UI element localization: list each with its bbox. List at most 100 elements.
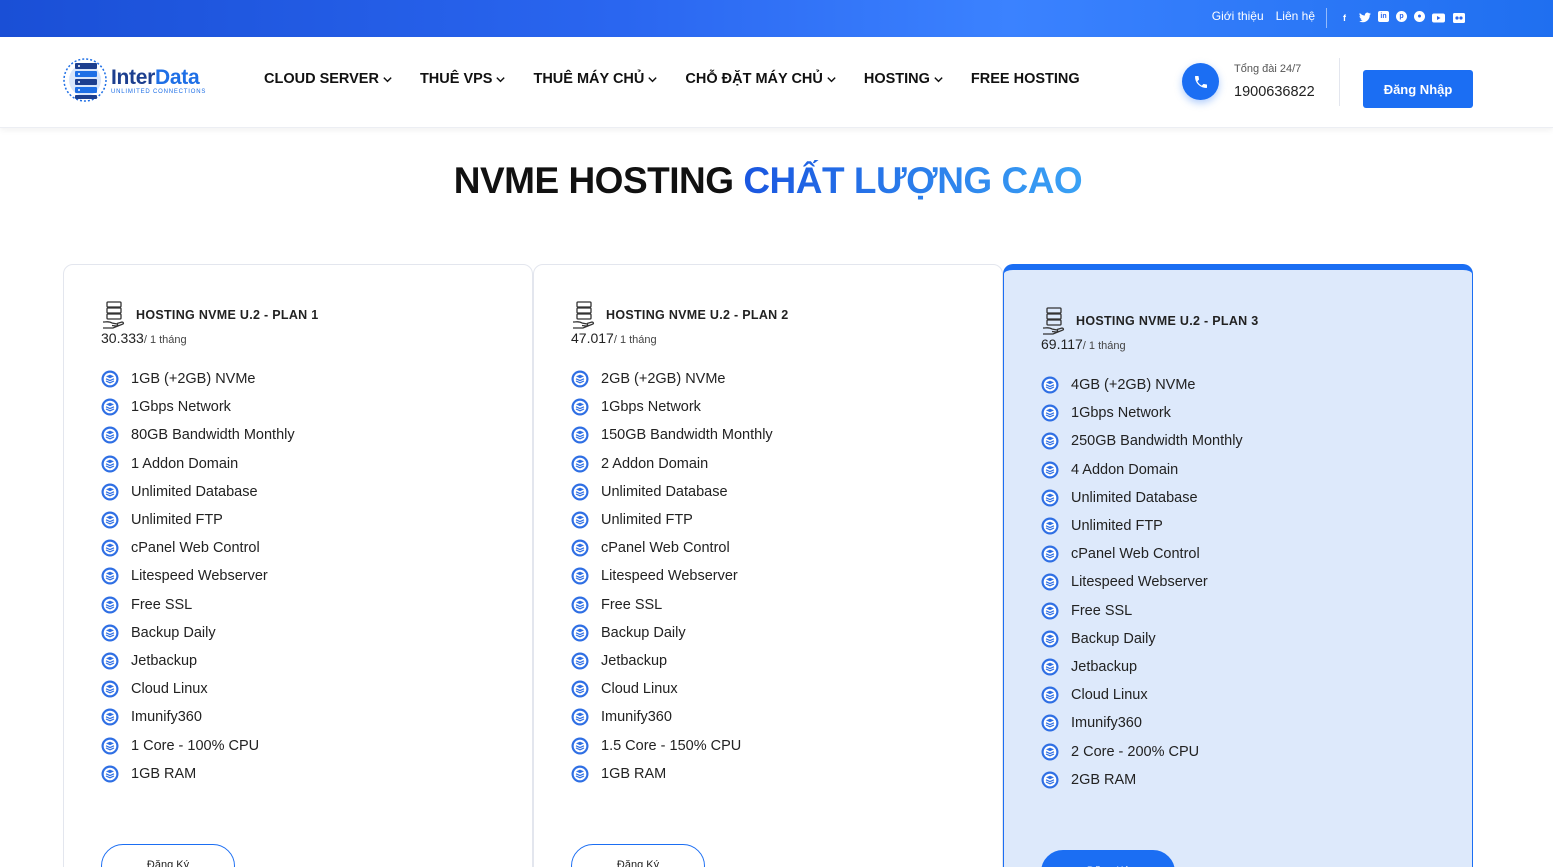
feature-list: 1GB (+2GB) NVMe 1Gbps Network 80GB Bandwid… xyxy=(101,365,319,788)
plan-price: 69.117/ 1 tháng xyxy=(1041,336,1126,352)
stack-icon xyxy=(571,370,589,388)
stack-icon xyxy=(101,624,119,642)
plan-name: HOSTING NVME U.2 - PLAN 3 xyxy=(1076,314,1259,328)
stack-icon xyxy=(1041,545,1059,563)
feature-item: 4GB (+2GB) NVMe xyxy=(1041,371,1259,399)
stack-icon xyxy=(101,539,119,557)
feature-text: Unlimited FTP xyxy=(601,512,693,529)
feature-text: Backup Daily xyxy=(601,624,686,641)
feature-item: Imunify360 xyxy=(1041,709,1259,737)
feature-item: Unlimited Database xyxy=(101,478,319,506)
stack-icon xyxy=(571,624,589,642)
feature-text: 4GB (+2GB) NVMe xyxy=(1071,377,1196,394)
feature-item: 2 Addon Domain xyxy=(571,450,789,478)
plan-card-2: HOSTING NVME U.2 - PLAN 2 47.017/ 1 thán… xyxy=(533,264,1003,867)
stack-icon xyxy=(101,596,119,614)
feature-text: Litespeed Webserver xyxy=(1071,574,1208,591)
hotline-number[interactable]: 1900636822 xyxy=(1234,84,1315,100)
feature-text: Cloud Linux xyxy=(1071,687,1148,704)
feature-item: Free SSL xyxy=(1041,597,1259,625)
about-link[interactable]: Giới thiệu xyxy=(1212,9,1264,23)
feature-text: Unlimited FTP xyxy=(131,512,223,529)
youtube-icon[interactable] xyxy=(1432,11,1445,24)
main-nav: CLOUD SERVER THUÊ VPS THUÊ MÁY CHỦ CHỖ Đ… xyxy=(264,71,1107,87)
login-button[interactable]: Đăng Nhập xyxy=(1363,70,1473,108)
register-button[interactable]: Đăng Ký xyxy=(571,844,705,867)
linkedin-icon[interactable]: in xyxy=(1378,11,1389,22)
feature-text: 250GB Bandwidth Monthly xyxy=(1071,433,1243,450)
twitter-icon[interactable] xyxy=(1358,11,1371,24)
facebook-icon[interactable]: f xyxy=(1338,11,1351,24)
feature-item: Unlimited Database xyxy=(571,478,789,506)
phone-icon[interactable] xyxy=(1182,63,1219,100)
feature-text: 4 Addon Domain xyxy=(1071,461,1179,478)
top-divider xyxy=(1326,8,1327,28)
feature-text: Backup Daily xyxy=(131,624,216,641)
feature-list: 2GB (+2GB) NVMe 1Gbps Network 150GB Bandwi… xyxy=(571,365,789,788)
contact-link[interactable]: Liên hệ xyxy=(1276,9,1315,23)
nav-cloud-server[interactable]: CLOUD SERVER xyxy=(264,71,393,87)
stack-icon xyxy=(571,652,589,670)
register-button[interactable]: Đăng Ký xyxy=(101,844,235,867)
stack-icon xyxy=(571,737,589,755)
nav-thue-vps[interactable]: THUÊ VPS xyxy=(420,71,507,87)
feature-text: 1GB RAM xyxy=(601,765,667,782)
logo-tagline: UNLIMITED CONNECTIONS xyxy=(111,88,207,95)
feature-text: 2GB RAM xyxy=(1071,771,1137,788)
nav-hosting[interactable]: HOSTING xyxy=(864,71,944,87)
stack-icon xyxy=(101,652,119,670)
feature-item: Cloud Linux xyxy=(101,675,319,703)
feature-item: 1 Addon Domain xyxy=(101,450,319,478)
nav-thue-may-chu[interactable]: THUÊ MÁY CHỦ xyxy=(533,71,658,87)
nav-cho-dat-may-chu[interactable]: CHỖ ĐẶT MÁY CHỦ xyxy=(685,71,836,87)
feature-text: Unlimited Database xyxy=(601,483,728,500)
feature-item: Free SSL xyxy=(571,591,789,619)
feature-text: 1 Core - 100% CPU xyxy=(131,737,260,754)
feature-text: 80GB Bandwidth Monthly xyxy=(131,427,295,444)
feature-item: 1Gbps Network xyxy=(571,393,789,421)
plan-name: HOSTING NVME U.2 - PLAN 1 xyxy=(136,308,319,322)
chevron-down-icon xyxy=(934,76,943,82)
feature-text: Free SSL xyxy=(601,596,663,613)
feature-item: Unlimited Database xyxy=(1041,484,1259,512)
stack-icon xyxy=(1041,686,1059,704)
stack-icon xyxy=(101,737,119,755)
plan-price: 30.333/ 1 tháng xyxy=(101,330,187,346)
pinterest-icon[interactable]: p xyxy=(1396,11,1407,22)
stack-icon xyxy=(101,483,119,501)
stack-icon xyxy=(1041,517,1059,535)
nav-free-hosting[interactable]: FREE HOSTING xyxy=(971,71,1080,87)
header-divider xyxy=(1339,58,1340,106)
stack-icon xyxy=(101,370,119,388)
logo-globe-icon xyxy=(62,53,107,107)
feature-item: Backup Daily xyxy=(101,619,319,647)
flickr-icon[interactable] xyxy=(1452,11,1465,24)
feature-item: 2GB (+2GB) NVMe xyxy=(571,365,789,393)
feature-text: 2 Core - 200% CPU xyxy=(1071,743,1200,760)
feature-item: 1.5 Core - 150% CPU xyxy=(571,731,789,759)
stack-icon xyxy=(571,539,589,557)
feature-text: Free SSL xyxy=(131,596,193,613)
feature-item: 1Gbps Network xyxy=(1041,399,1259,427)
stack-icon xyxy=(101,511,119,529)
chevron-down-icon xyxy=(827,76,836,82)
stack-icon xyxy=(1041,743,1059,761)
stack-icon xyxy=(101,708,119,726)
chevron-down-icon xyxy=(383,76,392,82)
feature-item: 1GB RAM xyxy=(571,760,789,788)
feature-text: Backup Daily xyxy=(1071,630,1156,647)
feature-item: 2GB RAM xyxy=(1041,766,1259,794)
stack-icon xyxy=(571,426,589,444)
stack-icon xyxy=(1041,376,1059,394)
interdata-logo[interactable]: InterData UNLIMITED CONNECTIONS xyxy=(62,53,206,107)
reddit-icon[interactable]: ● xyxy=(1414,11,1425,22)
feature-item: Unlimited FTP xyxy=(101,506,319,534)
feature-text: 2 Addon Domain xyxy=(601,455,709,472)
stack-icon xyxy=(571,455,589,473)
feature-item: Jetbackup xyxy=(101,647,319,675)
feature-text: 1GB RAM xyxy=(131,765,197,782)
register-button[interactable]: Đăng Ký xyxy=(1041,850,1175,867)
stack-icon xyxy=(1041,771,1059,789)
feature-text: cPanel Web Control xyxy=(131,540,260,557)
stack-icon xyxy=(1041,658,1059,676)
